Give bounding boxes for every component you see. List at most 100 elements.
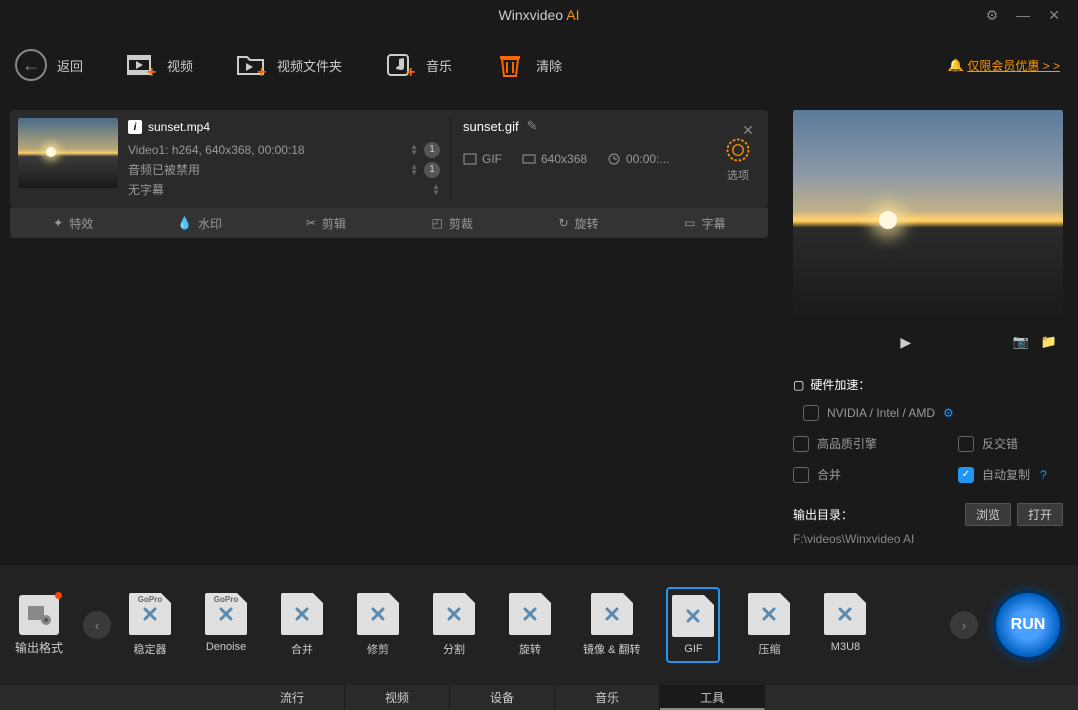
format-item-compress[interactable]: 压缩: [742, 587, 796, 663]
format-item-gif[interactable]: GIF: [666, 587, 720, 663]
format-icon: [672, 595, 714, 637]
prev-arrow-button[interactable]: ‹: [83, 611, 111, 639]
format-icon: [824, 593, 866, 635]
format-item-mirror[interactable]: 镜像 & 翻转: [579, 587, 644, 663]
format-label: Denoise: [206, 641, 246, 653]
promo-link[interactable]: 🔔 仅限会员优惠 > >: [948, 57, 1060, 74]
add-music-button[interactable]: + 音乐: [382, 47, 452, 83]
format-icon: [591, 593, 633, 635]
back-label: 返回: [57, 56, 83, 75]
quality-engine-option[interactable]: 高品质引擎: [793, 435, 898, 452]
tab-music[interactable]: 音乐: [555, 685, 660, 710]
format-item-rotate[interactable]: 旋转: [503, 587, 557, 663]
deinterlace-option[interactable]: 反交错: [958, 435, 1063, 452]
format-item-merge[interactable]: 合并: [275, 587, 329, 663]
stepper-icon[interactable]: ▲▼: [410, 144, 418, 156]
gear-icon[interactable]: ⚙: [943, 406, 954, 420]
format-label: 合并: [291, 641, 313, 657]
checkbox-checked-icon[interactable]: ✓: [958, 467, 974, 483]
svg-text:+: +: [257, 64, 266, 81]
stepper-icon[interactable]: ▲▼: [410, 164, 418, 176]
format-label: 旋转: [519, 641, 541, 657]
category-tabs: 流行 视频 设备 音乐 工具: [0, 685, 1078, 710]
options-label: 选项: [724, 167, 752, 183]
merge-option[interactable]: 合并: [793, 466, 898, 483]
close-icon[interactable]: ✕: [1048, 7, 1060, 24]
settings-icon[interactable]: ⚙: [986, 7, 999, 24]
help-icon[interactable]: ?: [1040, 468, 1047, 482]
format-icon: GoPro: [129, 593, 171, 635]
output-format-icon: [19, 595, 59, 635]
output-dir-path: F:\videos\Winxvideo AI: [793, 532, 1063, 546]
video-track-info: Video1: h264, 640x368, 00:00:18 ▲▼1: [128, 140, 440, 160]
rotate-button[interactable]: ↻旋转: [515, 208, 641, 238]
back-button[interactable]: ← 返回: [15, 49, 83, 81]
watermark-button[interactable]: 💧水印: [136, 208, 262, 238]
output-resolution: 640x368: [522, 152, 587, 166]
trash-icon: [492, 47, 528, 83]
auto-copy-option[interactable]: ✓自动复制?: [958, 466, 1063, 483]
svg-text:+: +: [147, 64, 156, 81]
svg-text:+: +: [406, 64, 415, 81]
minimize-icon[interactable]: —: [1016, 7, 1030, 24]
format-item-split[interactable]: 分割: [427, 587, 481, 663]
output-format-button[interactable]: 输出格式: [15, 595, 63, 656]
file-thumbnail: [18, 118, 118, 188]
add-video-button[interactable]: + 视频: [123, 47, 193, 83]
tab-device[interactable]: 设备: [450, 685, 555, 710]
video-icon: +: [123, 47, 159, 83]
snapshot-icon[interactable]: 📷: [1013, 334, 1029, 350]
subtitle-button[interactable]: ▭字幕: [642, 208, 768, 238]
format-item-m3u8[interactable]: M3U8: [818, 587, 872, 663]
subtitle-track-info: 无字幕 ▲▼: [128, 180, 440, 200]
cut-button[interactable]: ✂剪辑: [263, 208, 389, 238]
format-icon: [509, 593, 551, 635]
checkbox-icon[interactable]: [958, 436, 974, 452]
edit-icon[interactable]: ✎: [527, 118, 538, 134]
crop-button[interactable]: ◰剪裁: [389, 208, 515, 238]
codec-options-button[interactable]: 选项: [724, 136, 752, 183]
stepper-icon[interactable]: ▲▼: [432, 184, 440, 196]
effects-button[interactable]: ✦特效: [10, 208, 136, 238]
music-icon: +: [382, 47, 418, 83]
rotate-icon: ↻: [558, 216, 568, 230]
add-folder-button[interactable]: + 视频文件夹: [233, 47, 342, 83]
browse-button[interactable]: 浏览: [965, 503, 1011, 526]
folder-icon: +: [233, 47, 269, 83]
format-icon: [281, 593, 323, 635]
open-button[interactable]: 打开: [1017, 503, 1063, 526]
format-icon: [433, 593, 475, 635]
tab-tools[interactable]: 工具: [660, 685, 765, 710]
play-button[interactable]: ▶: [799, 334, 1013, 351]
info-icon[interactable]: i: [128, 120, 142, 134]
clear-label: 清除: [536, 56, 562, 75]
video-label: 视频: [167, 56, 193, 75]
file-card[interactable]: i sunset.mp4 Video1: h264, 640x368, 00:0…: [10, 110, 768, 208]
chip-icon: ▢: [793, 378, 804, 392]
checkbox-icon[interactable]: [793, 436, 809, 452]
format-label: GIF: [684, 643, 702, 655]
checkbox-icon[interactable]: [803, 405, 819, 421]
subtitle-icon: ▭: [684, 216, 695, 230]
next-arrow-button[interactable]: ›: [950, 611, 978, 639]
hw-accel-title: ▢ 硬件加速：: [793, 376, 1063, 393]
format-item-trim[interactable]: 修剪: [351, 587, 405, 663]
hw-accel-option[interactable]: NVIDIA / Intel / AMD ⚙: [803, 405, 1063, 421]
app-title: Winxvideo AI: [499, 7, 580, 23]
tab-video[interactable]: 视频: [345, 685, 450, 710]
output-format-label: 输出格式: [15, 639, 63, 656]
folder-label: 视频文件夹: [277, 56, 342, 75]
format-icon: GoPro: [205, 593, 247, 635]
checkbox-icon[interactable]: [793, 467, 809, 483]
format-item-denoise[interactable]: GoPro Denoise: [199, 587, 253, 663]
format-icon: [357, 593, 399, 635]
preview-video[interactable]: [793, 110, 1063, 320]
watermark-icon: 💧: [177, 216, 192, 230]
run-button[interactable]: RUN: [993, 590, 1063, 660]
tab-popular[interactable]: 流行: [240, 685, 345, 710]
clear-button[interactable]: 清除: [492, 47, 562, 83]
title-bar: Winxvideo AI ⚙ — ✕: [0, 0, 1078, 30]
audio-track-info: 音频已被禁用 ▲▼1: [128, 160, 440, 180]
format-item-stabilizer[interactable]: GoPro稳定器: [123, 587, 177, 663]
folder-open-icon[interactable]: 📁: [1041, 334, 1057, 350]
